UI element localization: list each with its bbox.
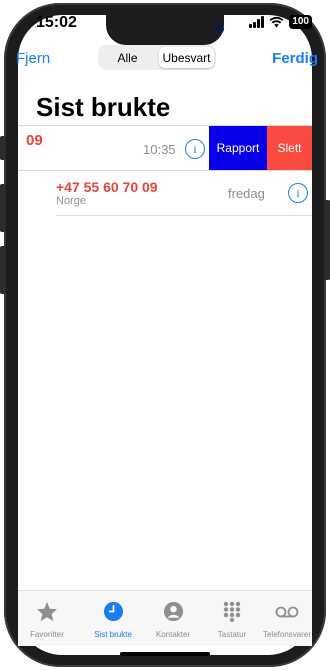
signal-icon — [249, 16, 265, 28]
page-title: Sist brukte — [36, 92, 171, 122]
clear-button[interactable]: Fjern — [16, 50, 50, 67]
tab-voicemail[interactable]: Telefonsvarer — [258, 601, 316, 639]
tab-label: Tastatur — [217, 630, 247, 639]
tab-contacts[interactable]: Kontakter — [144, 601, 202, 639]
battery-icon: 100 — [289, 15, 312, 29]
volume-up-button — [0, 184, 6, 232]
wifi-icon — [269, 16, 284, 28]
tab-keypad[interactable]: Tastatur — [203, 601, 261, 639]
call-country: Norge — [56, 195, 86, 207]
tab-recents[interactable]: Sist brukte — [84, 601, 142, 639]
volume-down-button — [0, 246, 6, 294]
notch — [106, 15, 224, 45]
tab-bar: Favoritter Sist brukte Kontakter Tastatu… — [18, 590, 312, 646]
status-icons: 100 — [249, 15, 312, 29]
call-number: +47 55 60 70 09 — [56, 179, 158, 195]
tab-label: Favoritter — [30, 630, 64, 639]
camera-icon — [214, 24, 224, 34]
tab-label: Sist brukte — [94, 630, 132, 639]
delete-button[interactable]: Slett — [267, 126, 312, 170]
divider — [56, 215, 312, 216]
status-time: 15:02 — [36, 14, 77, 31]
done-button[interactable]: Ferdig — [272, 50, 318, 67]
tab-label: Telefonsvarer — [262, 630, 312, 639]
info-icon[interactable]: i — [185, 139, 205, 159]
call-time: fredag — [228, 186, 265, 201]
segment-missed[interactable]: Ubesvart — [159, 47, 214, 68]
tab-label: Kontakter — [155, 630, 191, 639]
report-button[interactable]: Rapport — [209, 126, 267, 170]
silent-switch — [0, 136, 6, 160]
voicemail-icon — [275, 606, 299, 618]
home-indicator — [120, 652, 210, 656]
keypad-icon — [223, 601, 241, 622]
call-row-swiped[interactable]: 09 10:35 i Rapport Slett — [18, 126, 312, 170]
tab-favorites[interactable]: Favoritter — [18, 601, 76, 639]
power-button — [324, 200, 330, 280]
call-time: 10:35 — [143, 142, 176, 157]
call-row[interactable]: +47 55 60 70 09 Norge fredag i — [18, 171, 312, 215]
person-icon — [163, 601, 183, 622]
call-number: 09 — [26, 132, 43, 149]
info-icon[interactable]: i — [288, 183, 308, 203]
clock-icon — [103, 601, 123, 622]
filter-segmented-control[interactable]: Alle Ubesvart — [98, 45, 216, 70]
segment-all[interactable]: Alle — [100, 47, 155, 68]
star-icon — [36, 601, 58, 622]
